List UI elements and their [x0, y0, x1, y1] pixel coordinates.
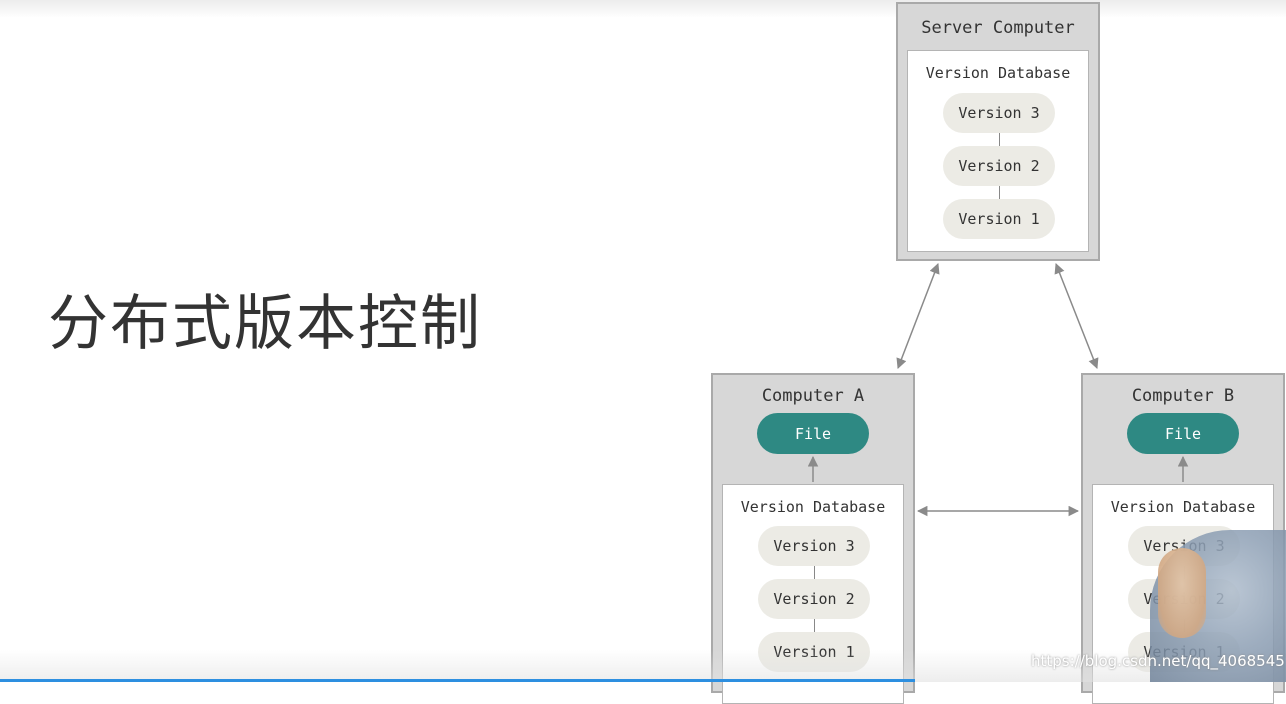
arrow-server-computer-b	[1054, 263, 1099, 369]
arrow-server-computer-a	[896, 263, 940, 369]
watermark: https://blog.csdn.net/qq_40685457	[1031, 652, 1286, 670]
presenter-hand	[1158, 548, 1206, 638]
sync-arrows	[807, 263, 1189, 517]
